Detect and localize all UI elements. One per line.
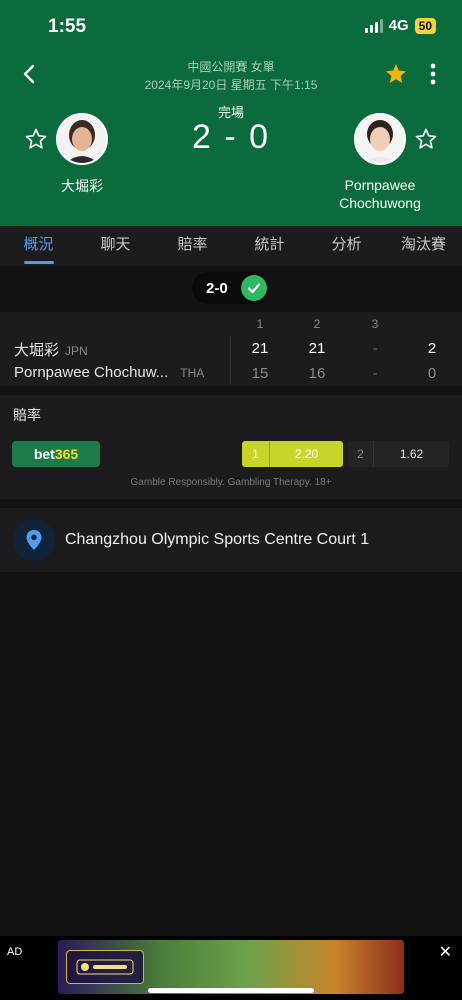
- tab-analysis[interactable]: 分析: [308, 226, 385, 266]
- tab-overview[interactable]: 概況: [0, 226, 77, 266]
- sets-total: 2: [427, 340, 437, 357]
- set-score: 15: [251, 365, 269, 382]
- row-player-name: Pornpawee Chochuw...: [14, 364, 169, 381]
- odds-option-value: 2.20: [294, 447, 319, 461]
- location-pin-icon: [13, 519, 55, 561]
- check-icon: [241, 275, 267, 301]
- status-indicators: 4G 50: [364, 17, 436, 34]
- sets-total: 0: [427, 365, 437, 382]
- table-divider: [230, 336, 231, 384]
- favorite-player-right-button[interactable]: [414, 127, 438, 151]
- venue-row[interactable]: Changzhou Olympic Sports Centre Court 1: [0, 508, 462, 572]
- table-row-player-1[interactable]: 大堀彩 JPN: [14, 339, 88, 360]
- odds-option-value: 1.62: [399, 447, 424, 461]
- more-vertical-icon: [430, 63, 436, 85]
- set-header-3: 3: [371, 317, 379, 331]
- bookmaker-name-part2: 365: [54, 446, 79, 462]
- player-right-name-line1: Pornpawee: [344, 177, 416, 193]
- odds-option-2[interactable]: 2 1.62: [348, 441, 449, 467]
- ad-close-button[interactable]: ✕: [439, 942, 452, 962]
- bookmaker-logo[interactable]: bet 365: [12, 441, 100, 467]
- match-header: 1:55 4G 50 中國公開賽 女單 2024年9月20日 星期五 下午1:1…: [0, 0, 462, 226]
- set-score: 21: [308, 340, 326, 357]
- ad-game-logo-icon: [66, 950, 144, 984]
- tab-chat[interactable]: 聊天: [77, 226, 154, 266]
- tab-stats[interactable]: 統計: [231, 226, 308, 266]
- follow-match-button[interactable]: [384, 62, 408, 86]
- player-right-name-line2: Chochuwong: [339, 195, 421, 211]
- odds-title: 賠率: [13, 407, 41, 423]
- row-player-name: 大堀彩: [14, 342, 60, 359]
- row-country: THA: [180, 366, 205, 380]
- set-score: -: [372, 340, 378, 357]
- player-photo-icon: [356, 115, 404, 163]
- odds-option-label: 1: [242, 441, 270, 467]
- set-header-2: 2: [313, 317, 321, 331]
- tab-odds[interactable]: 賠率: [154, 226, 231, 266]
- gambling-disclaimer[interactable]: Gamble Responsibly. Gambling Therapy. 18…: [0, 477, 462, 488]
- odds-option-1[interactable]: 1 2.20: [242, 441, 343, 467]
- signal-icon: [364, 18, 383, 33]
- venue-name: Changzhou Olympic Sports Centre Court 1: [65, 531, 370, 548]
- player-right-name[interactable]: Pornpawee Chochuwong: [310, 176, 450, 212]
- home-indicator[interactable]: [148, 988, 314, 993]
- set-score: 16: [308, 365, 326, 382]
- player-left-name[interactable]: 大堀彩: [30, 176, 134, 196]
- tab-bar: 概況 聊天 賠率 統計 分析 淘汰賽: [0, 226, 462, 266]
- set-header-1: 1: [256, 317, 264, 331]
- ad-label: AD: [7, 946, 23, 958]
- ad-banner-image[interactable]: [58, 940, 404, 994]
- score-table: 1 2 3 大堀彩 JPN 21 21 - 2 Pornpawee Chochuw…: [0, 312, 462, 386]
- star-filled-icon: [386, 64, 406, 83]
- set-score: 21: [251, 340, 269, 357]
- more-options-button[interactable]: [426, 62, 440, 86]
- odds-option-label: 2: [348, 441, 374, 467]
- battery-icon: 50: [414, 17, 436, 34]
- network-label: 4G: [388, 17, 409, 34]
- odds-section: 賠率 bet 365 1 2.20 2 1.62 Gamble Responsib…: [0, 395, 462, 499]
- set-summary-pill: 2-0: [192, 272, 270, 304]
- row-country: JPN: [65, 344, 88, 358]
- table-row-player-2[interactable]: Pornpawee Chochuw... THA: [14, 364, 204, 381]
- player-right-avatar[interactable]: [354, 113, 406, 165]
- bookmaker-name-part1: bet: [33, 446, 55, 462]
- status-time: 1:55: [48, 16, 87, 37]
- set-score: -: [372, 365, 378, 382]
- set-summary-text: 2-0: [206, 279, 228, 297]
- star-outline-icon: [415, 128, 437, 149]
- tab-knockout[interactable]: 淘汰賽: [385, 226, 462, 266]
